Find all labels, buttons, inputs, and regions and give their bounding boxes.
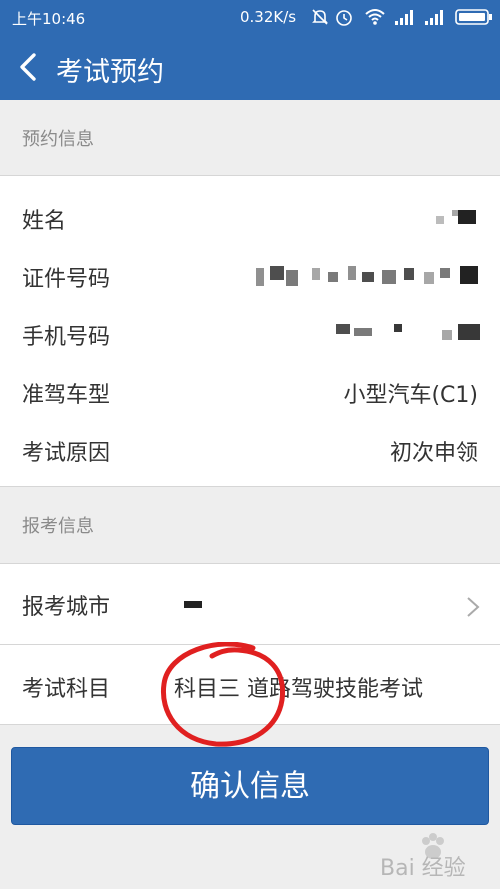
exam-info-header: 报考信息: [0, 487, 500, 563]
row-license-type: 准驾车型 小型汽车(C1): [0, 364, 500, 422]
baidu-watermark: Bai 经验: [380, 832, 495, 882]
name-redacted: [426, 208, 486, 232]
booking-info-label: 预约信息: [22, 129, 94, 150]
exam-city-label: 报考城市: [22, 595, 111, 620]
annotation-circle: [160, 642, 286, 747]
name-label: 姓名: [22, 209, 67, 234]
exam-reason-value: 初次申领: [389, 441, 478, 466]
license-type-value: 小型汽车(C1): [343, 383, 478, 408]
exam-reason-label: 考试原因: [22, 441, 111, 466]
license-type-label: 准驾车型: [22, 383, 111, 408]
status-bar: 上午10:46 0.32K/s: [0, 0, 500, 34]
page-title: 考试预约: [56, 57, 164, 88]
id-number-label: 证件号码: [22, 267, 111, 292]
battery-icon: [455, 9, 492, 25]
row-id-number: 证件号码: [0, 248, 500, 306]
exam-info-label: 报考信息: [22, 516, 94, 537]
booking-info-card: 姓名 证件号码 手机号码 准驾车型 小型汽车(C1) 考试原因 初次申领: [0, 175, 500, 487]
app-bar: 考试预约: [0, 34, 500, 100]
id-number-redacted: [256, 266, 486, 290]
alarm-icon: [336, 10, 352, 26]
row-exam-city[interactable]: 报考城市: [0, 576, 500, 634]
row-phone: 手机号码: [0, 306, 500, 364]
signal-2-icon: [425, 10, 443, 25]
status-time: 上午10:46: [12, 10, 86, 28]
watermark-text: Bai 经验: [380, 856, 466, 881]
chevron-right-icon: [467, 597, 480, 617]
network-speed: 0.32K/s: [240, 8, 297, 26]
mute-bell-icon: [312, 9, 328, 25]
exam-subject-label: 考试科目: [22, 677, 111, 702]
exam-city-redacted: [184, 601, 202, 608]
phone-label: 手机号码: [22, 325, 111, 350]
row-name: 姓名: [0, 190, 500, 248]
confirm-info-button[interactable]: 确认信息: [11, 747, 489, 825]
phone-redacted: [336, 324, 486, 348]
row-exam-reason: 考试原因 初次申领: [0, 422, 500, 480]
booking-info-header: 预约信息: [0, 100, 500, 176]
signal-1-icon: [395, 10, 413, 25]
wifi-icon: [365, 9, 385, 25]
back-arrow-icon[interactable]: [14, 51, 44, 83]
